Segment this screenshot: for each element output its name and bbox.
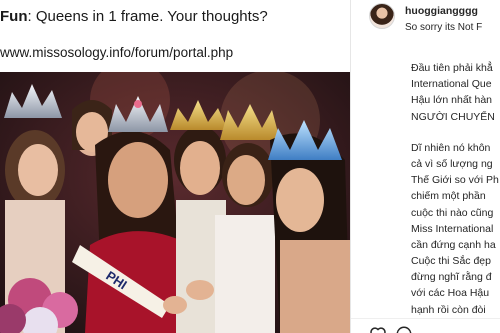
comment-line: cả vì số lượng ng xyxy=(411,157,493,170)
comment-line: hạnh rồi còn đòi xyxy=(411,303,486,316)
source-url: www.missosology.info/forum/portal.php xyxy=(0,45,234,60)
avatar[interactable] xyxy=(369,3,395,29)
post-image[interactable]: Fun: Queens in 1 frame. Your thoughts? w… xyxy=(0,0,350,333)
comment-line: Hậu lớn nhất hàn xyxy=(411,94,493,107)
post-caption: Fun: Queens in 1 frame. Your thoughts? xyxy=(0,8,268,25)
comment-line: chiếm một phần xyxy=(411,190,486,203)
comment-line: với các Hoa Hậu xyxy=(411,287,490,300)
status-line: So sorry its Not F xyxy=(405,22,483,33)
comment-line: Cuộc thi Sắc đẹp xyxy=(411,255,491,268)
caption-prefix: Fun xyxy=(0,8,28,25)
caption-bar: Fun: Queens in 1 frame. Your thoughts? w… xyxy=(0,0,350,72)
post-header: huoggiangggg So sorry its Not F xyxy=(351,0,500,42)
heart-icon[interactable] xyxy=(369,325,387,333)
comment-line: cuộc thi nào cũng xyxy=(411,206,494,219)
comment-icon[interactable] xyxy=(395,325,413,333)
comment-line: NGƯỜI CHUYỂN xyxy=(411,110,495,123)
username[interactable]: huoggiangggg xyxy=(405,5,478,17)
comment-body: Đầu tiên phải khẳ International Que Hậu … xyxy=(411,60,500,318)
caption-text: : Queens in 1 frame. Your thoughts? xyxy=(27,8,268,25)
instagram-sidebar: huoggiangggg So sorry its Not F Đầu tiên… xyxy=(350,0,500,333)
comment-line: Miss International xyxy=(411,222,494,235)
comment-line: cần đứng cạnh ha xyxy=(411,238,496,251)
comment-line: Dĩ nhiên nó khôn xyxy=(411,141,491,154)
comment-line: đừng nghĩ rằng đ xyxy=(411,271,492,284)
pageant-photo: PHI xyxy=(0,72,350,333)
comment-line: Thế Giới so với Ph xyxy=(411,174,499,187)
action-bar xyxy=(351,318,500,333)
comment-line: Đầu tiên phải khẳ xyxy=(411,62,493,74)
comment-line: International Que xyxy=(411,78,492,91)
